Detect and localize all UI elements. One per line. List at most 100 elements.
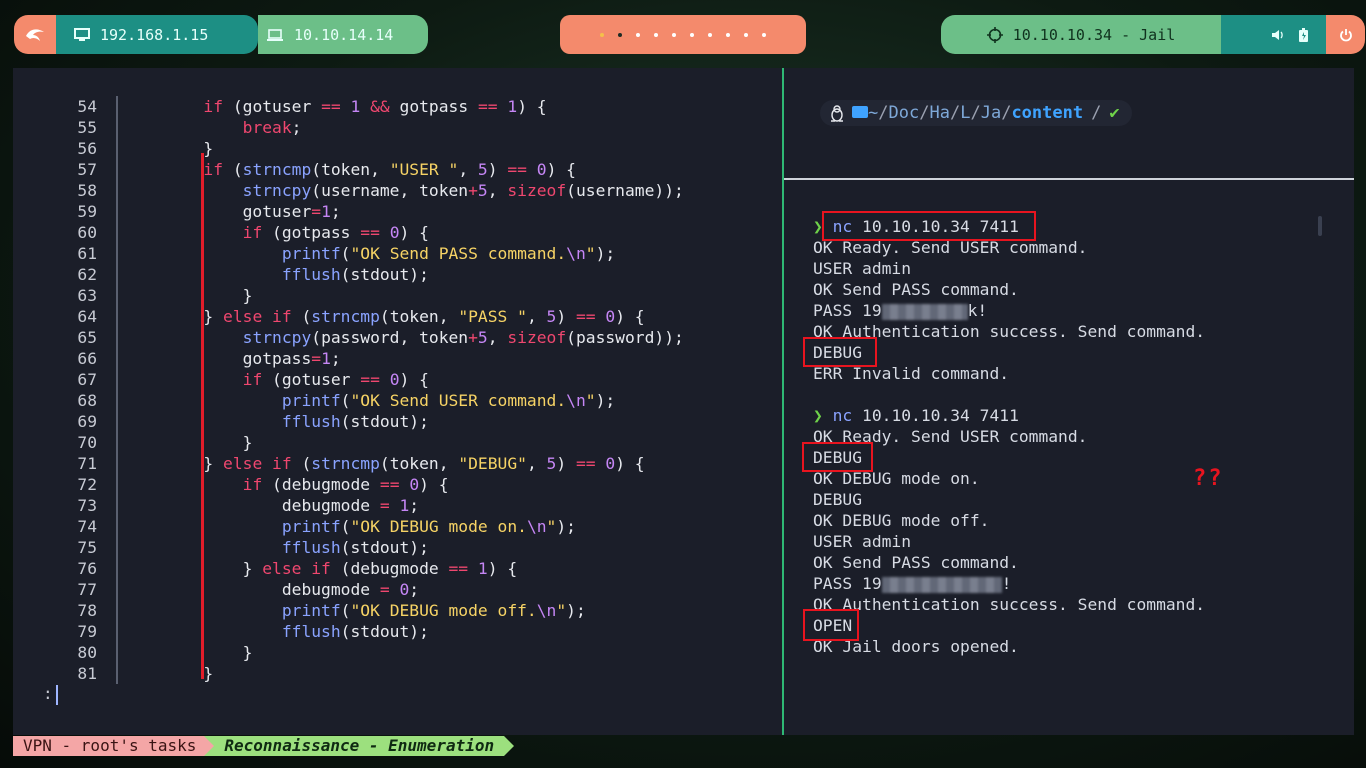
speaker-icon[interactable] — [1271, 29, 1285, 41]
line-number: 60 — [77, 223, 97, 242]
path-segment: L — [960, 103, 971, 123]
output-line: PASS 19! — [813, 574, 1012, 593]
workspace-dot[interactable] — [672, 32, 676, 37]
workspace-dot[interactable] — [690, 32, 694, 37]
code-text: } — [125, 643, 253, 662]
line-number: 66 — [77, 349, 97, 368]
pager-prompt[interactable]: : — [43, 684, 58, 705]
indent-guide — [116, 96, 118, 684]
command-line: ❯ nc 10.10.10.34 7411 — [813, 406, 1019, 425]
code-text: } — [125, 664, 214, 683]
vpn-ip-text: 10.10.14.14 — [294, 25, 394, 44]
path-segment: Ja — [980, 103, 1002, 123]
line-number: 71 — [77, 454, 97, 473]
annotation-box-debug — [803, 337, 877, 367]
workspace-dot[interactable] — [708, 32, 712, 37]
code-text: if (gotpass == 0) { — [242, 223, 429, 242]
workspace-dot[interactable] — [654, 32, 658, 37]
line-number: 61 — [77, 244, 97, 263]
line-number: 73 — [77, 496, 97, 515]
workspace-dot[interactable] — [744, 32, 748, 37]
local-ip-indicator: 192.168.1.15 — [56, 15, 258, 54]
code-text: strncpy(username, token+5, sizeof(userna… — [242, 181, 684, 200]
output-line: OK Authentication success. Send command. — [813, 595, 1206, 614]
code-text: } else if (strncmp(token, "PASS ", 5) ==… — [125, 307, 645, 326]
code-text: } — [125, 286, 253, 305]
line-number: 58 — [77, 181, 97, 200]
line-number: 77 — [77, 580, 97, 599]
session-name[interactable]: VPN - root's tasks — [13, 736, 205, 756]
line-number: 78 — [77, 601, 97, 620]
output-line: OK Send PASS command. — [813, 553, 1019, 572]
line-number: 70 — [77, 433, 97, 452]
line-number: 76 — [77, 559, 97, 578]
battery-icon — [1299, 27, 1308, 42]
redacted-password — [881, 303, 968, 320]
source-code-pane[interactable]: 54 if (gotuser == 1 && gotpass == 1) {55… — [13, 68, 782, 735]
code-text: printf("OK DEBUG mode on.\n"); — [281, 517, 576, 536]
workspace-dot[interactable] — [618, 32, 622, 37]
line-number: 81 — [77, 664, 97, 683]
power-icon — [1339, 28, 1352, 41]
window-name[interactable]: Reconnaissance - Enumeration — [214, 736, 505, 756]
workspace-dot[interactable] — [762, 32, 766, 37]
output-line: PASS 19 k! — [813, 301, 988, 320]
line-number: 64 — [77, 307, 97, 326]
linux-penguin-icon — [831, 104, 843, 122]
powerline-separator — [204, 736, 215, 756]
monitor-icon — [74, 27, 90, 41]
shell-pane[interactable]: ~/Doc/Ha/L/Ja/content / ✔ ❯ nc 10.10.10.… — [784, 68, 1354, 735]
code-text: gotpass=1; — [125, 349, 341, 368]
power-button[interactable] — [1326, 15, 1365, 54]
code-text: printf("OK Send USER command.\n"); — [281, 391, 616, 410]
annotation-box-open — [803, 609, 859, 641]
code-text: } — [125, 433, 253, 452]
code-text: strncpy(password, token+5, sizeof(passwo… — [242, 328, 684, 347]
line-number: 69 — [77, 412, 97, 431]
annotation-box-command — [822, 211, 1036, 241]
code-text: gotuser=1; — [125, 202, 341, 221]
path-home: ~ — [868, 103, 879, 123]
line-number: 56 — [77, 139, 97, 158]
workspace-dot[interactable] — [726, 32, 730, 37]
workspace-dot[interactable] — [600, 32, 604, 37]
line-number: 68 — [77, 391, 97, 410]
code-text: printf("OK Send PASS command.\n"); — [281, 244, 616, 263]
code-text: debugmode = 1; — [125, 496, 420, 515]
annotation-question-marks: ?? — [1193, 466, 1224, 491]
powerline-separator — [504, 736, 515, 756]
code-text: fflush(stdout); — [281, 538, 429, 557]
code-text: } else if (debugmode == 1) { — [125, 559, 518, 578]
path-current: content — [1011, 103, 1084, 123]
line-number: 79 — [77, 622, 97, 641]
output-line: OK DEBUG mode off. — [813, 511, 990, 530]
output-line: USER admin — [813, 532, 912, 551]
code-text: fflush(stdout); — [281, 412, 429, 431]
pane-divider-horizontal[interactable] — [784, 178, 1354, 180]
shell-prompt: ~/Doc/Ha/L/Ja/content / ✔ — [820, 100, 1132, 126]
kali-dragon-icon — [26, 28, 44, 41]
code-text: debugmode = 0; — [125, 580, 420, 599]
code-text: } else if (strncmp(token, "DEBUG", 5) ==… — [125, 454, 645, 473]
output-line: USER admin — [813, 259, 912, 278]
code-text: if (debugmode == 0) { — [242, 475, 449, 494]
code-text: break; — [242, 118, 302, 137]
line-number: 62 — [77, 265, 97, 284]
line-number: 54 — [77, 97, 97, 116]
line-number: 55 — [77, 118, 97, 137]
code-text: fflush(stdout); — [281, 265, 429, 284]
target-indicator: 10.10.10.34 - Jail — [941, 15, 1221, 54]
workspace-dot[interactable] — [636, 32, 640, 37]
annotation-box-debug — [802, 442, 873, 472]
scrollbar-thumb[interactable] — [1318, 216, 1322, 236]
code-text: if (strncmp(token, "USER ", 5) == 0) { — [203, 160, 576, 179]
line-number: 75 — [77, 538, 97, 557]
line-number: 67 — [77, 370, 97, 389]
check-icon: ✔ — [1109, 103, 1120, 123]
crosshair-icon — [986, 26, 1003, 43]
workspace-switcher[interactable] — [560, 15, 806, 54]
line-number: 74 — [77, 517, 97, 536]
launcher-button[interactable] — [14, 15, 56, 54]
local-ip-text: 192.168.1.15 — [100, 25, 209, 44]
redacted-password — [881, 576, 1002, 593]
